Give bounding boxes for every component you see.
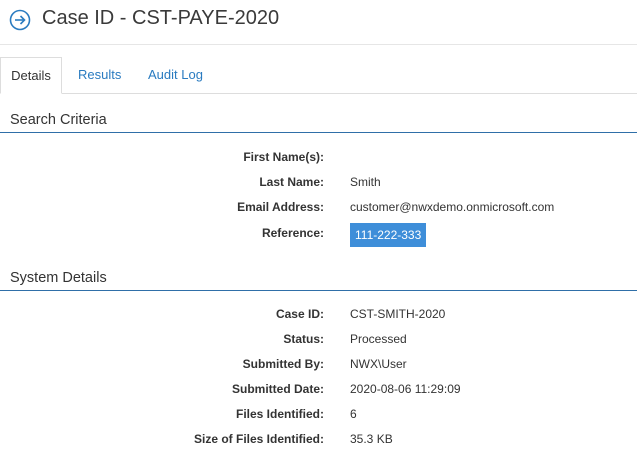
section-title-system-details: System Details bbox=[10, 270, 107, 286]
field-label-status: Status: bbox=[283, 332, 324, 346]
field-value-submitted-date: 2020-08-06 11:29:09 bbox=[350, 382, 461, 396]
field-value-submitted-by: NWX\User bbox=[350, 357, 407, 371]
field-value-files-identified: 6 bbox=[350, 407, 357, 421]
tab-details[interactable]: Details bbox=[0, 57, 62, 94]
field-label-submitted-by: Submitted By: bbox=[242, 357, 324, 371]
field-value-case-id: CST-SMITH-2020 bbox=[350, 307, 446, 321]
section-divider bbox=[0, 132, 637, 133]
tab-bar: Details Results Audit Log bbox=[0, 57, 637, 94]
field-value-last-name: Smith bbox=[350, 175, 381, 189]
tab-results[interactable]: Results bbox=[68, 57, 131, 92]
field-label-case-id: Case ID: bbox=[275, 307, 324, 321]
field-label-reference: Reference: bbox=[261, 226, 324, 240]
field-label-last-name: Last Name: bbox=[259, 175, 324, 189]
page-header: Case ID - CST-PAYE-2020 bbox=[0, 0, 637, 45]
field-value-status: Processed bbox=[350, 332, 407, 346]
field-label-first-names: First Name(s): bbox=[243, 150, 324, 164]
field-label-files-identified: Files Identified: bbox=[235, 407, 324, 421]
section-divider bbox=[0, 290, 637, 291]
arrow-right-circle-icon[interactable] bbox=[9, 9, 31, 31]
field-value-reference[interactable]: 111-222-333 bbox=[350, 223, 427, 247]
field-label-submitted-date: Submitted Date: bbox=[231, 382, 324, 396]
page-title: Case ID - CST-PAYE-2020 bbox=[42, 7, 280, 29]
field-label-email-address: Email Address: bbox=[237, 200, 324, 214]
section-title-search-criteria: Search Criteria bbox=[10, 112, 107, 128]
field-label-size-of-files-identified: Size of Files Identified: bbox=[193, 432, 324, 446]
field-value-size-of-files-identified: 35.3 KB bbox=[350, 432, 393, 446]
field-value-email-address: customer@nwxdemo.onmicrosoft.com bbox=[350, 200, 555, 214]
tab-audit-log[interactable]: Audit Log bbox=[138, 57, 213, 92]
